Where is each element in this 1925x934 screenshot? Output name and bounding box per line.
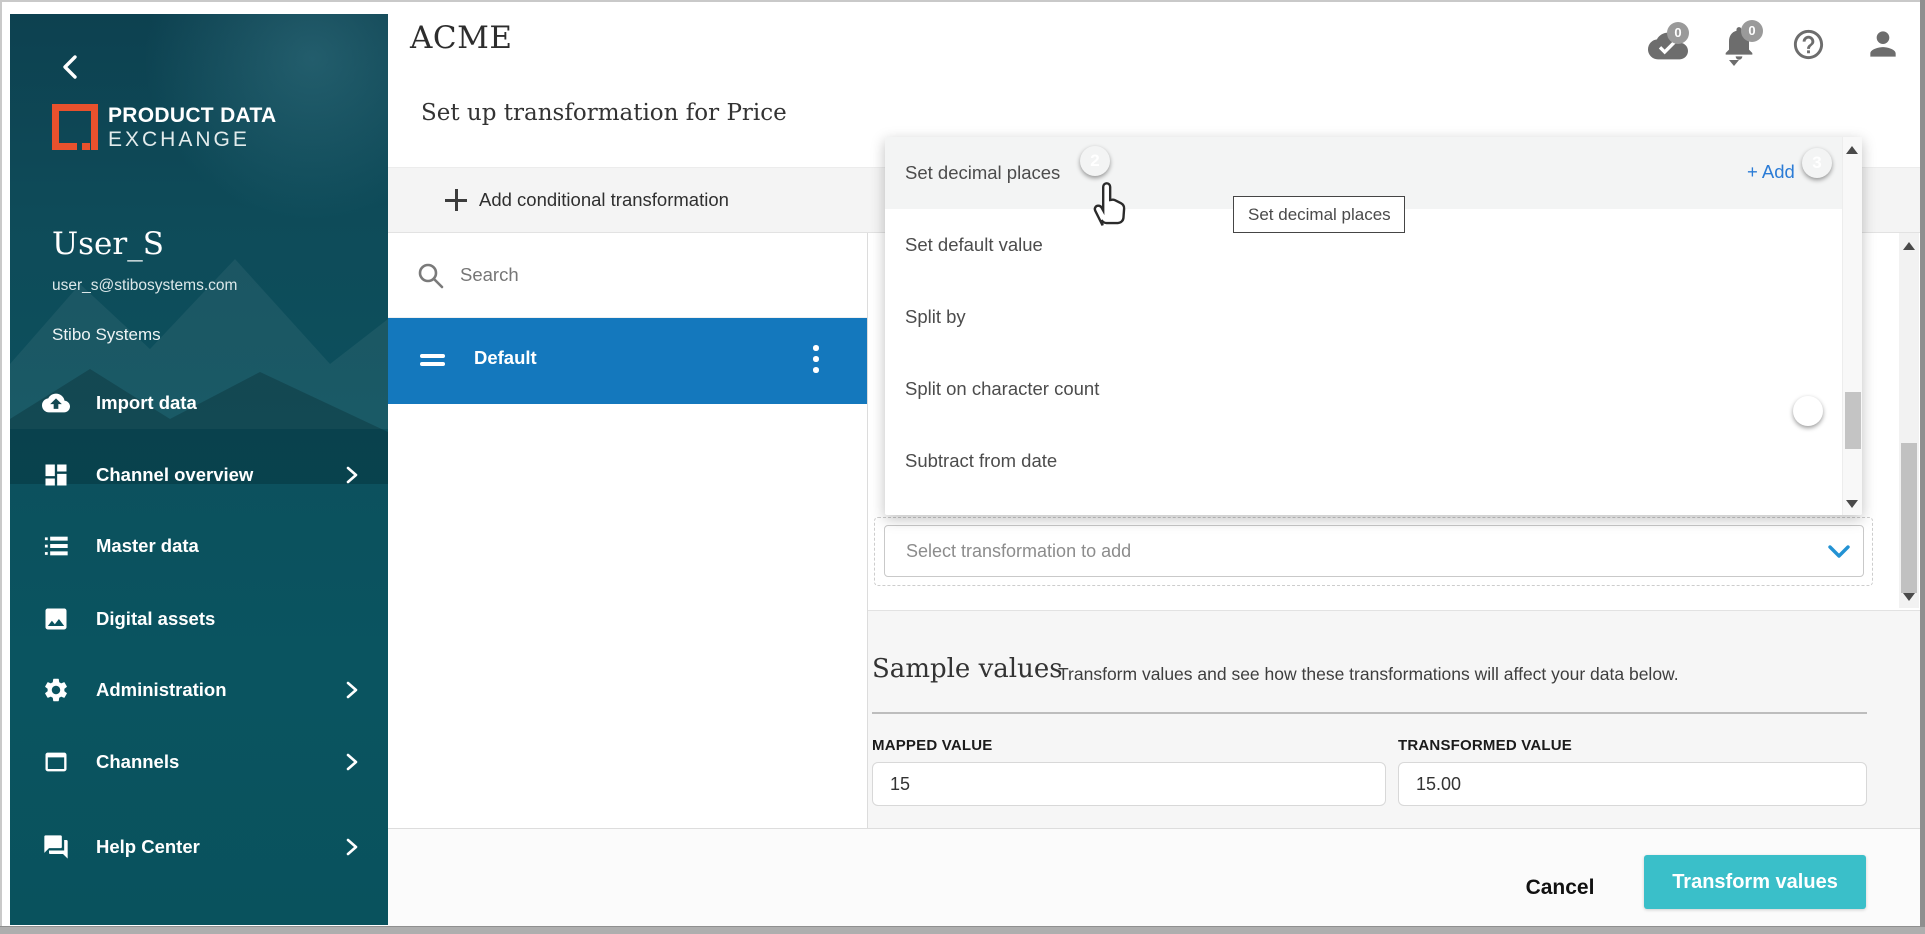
option-tooltip: Set decimal places [1233, 196, 1405, 233]
sidebar-item-label: Administration [96, 679, 227, 701]
mapped-value-input[interactable] [872, 762, 1386, 806]
transformation-options-popup: Set decimal places Set default value Split… [885, 137, 1862, 515]
user-organization: Stibo Systems [52, 325, 161, 345]
chevron-right-icon [346, 753, 358, 771]
sidebar-item-channels[interactable]: Channels [10, 726, 388, 798]
popup-option-label: Subtract from date [905, 450, 1057, 472]
card-icon [42, 748, 70, 776]
popup-option-subtract-from-date[interactable]: Subtract from date [885, 425, 1842, 497]
cancel-button[interactable]: Cancel [1505, 862, 1615, 914]
sidebar-item-import-data[interactable]: Import data [10, 367, 388, 439]
sidebar-item-administration[interactable]: Administration [10, 654, 388, 726]
popup-option-label: Set default value [905, 234, 1043, 256]
user-name: User_S [52, 226, 164, 262]
popup-option-label: Split by [905, 306, 966, 328]
list-item-label: Default [474, 347, 537, 369]
page-title: Set up transformation for Price [421, 100, 787, 126]
window-border [0, 926, 1925, 934]
user-email: user_s@stibosystems.com [52, 277, 237, 295]
collapse-sidebar-icon[interactable] [60, 54, 82, 80]
plus-icon [444, 188, 468, 212]
transformed-value-label: TRANSFORMED VALUE [1398, 737, 1572, 754]
person-icon[interactable] [1864, 25, 1902, 63]
popup-scrollbar-thumb[interactable] [1845, 392, 1861, 449]
scroll-down-arrow-icon[interactable] [1903, 593, 1915, 601]
notifications-badge: 0 [1741, 20, 1763, 42]
transformation-list-panel: Default [388, 233, 868, 828]
window-border [0, 0, 2, 934]
add-conditional-transformation-button[interactable]: Add conditional transformation [479, 189, 729, 211]
popup-scrollbar[interactable] [1842, 137, 1862, 515]
callout-badge-3: 3 [1802, 148, 1832, 178]
search-row [388, 233, 867, 318]
chevron-right-icon [346, 838, 358, 856]
grid-icon [42, 461, 70, 489]
sample-values-title: Sample values [872, 654, 1063, 684]
transform-values-button[interactable]: Transform values [1644, 855, 1866, 909]
scroll-up-arrow-icon[interactable] [1846, 146, 1858, 154]
chevron-right-icon [346, 466, 358, 484]
select-transformation-dropdown[interactable]: Select transformation to add [884, 525, 1864, 577]
sidebar-item-label: Master data [96, 535, 199, 557]
sidebar-item-master-data[interactable]: Master data [10, 510, 388, 582]
sidebar-item-label: Digital assets [96, 608, 215, 630]
image-icon [42, 605, 70, 633]
list-item-default[interactable]: Default [388, 318, 867, 404]
popup-option-label: Split on character count [905, 378, 1099, 400]
hand-cursor-icon [1088, 180, 1126, 228]
scroll-up-arrow-icon[interactable] [1903, 242, 1915, 250]
drag-handle-icon[interactable] [420, 354, 445, 358]
logo-text-line2: EXCHANGE [108, 128, 250, 152]
chevron-down-icon[interactable] [1828, 545, 1850, 559]
mapped-value-label: MAPPED VALUE [872, 737, 992, 754]
sidebar-item-label: Channel overview [96, 464, 253, 486]
popup-option-split-by[interactable]: Split by [885, 281, 1842, 353]
chevron-right-icon [346, 681, 358, 699]
notifications-caret-icon [1729, 60, 1739, 66]
window-border [1920, 0, 1925, 934]
sidebar-item-label: Import data [96, 392, 197, 414]
popup-option-split-on-character-count[interactable]: Split on character count [885, 353, 1842, 425]
search-input[interactable] [460, 255, 830, 295]
transformed-value-input[interactable] [1398, 762, 1867, 806]
sidebar-item-digital-assets[interactable]: Digital assets [10, 583, 388, 655]
panel-scrollbar[interactable] [1899, 233, 1919, 608]
app-window: PRODUCT DATA EXCHANGE User_S user_s@stib… [0, 0, 1925, 934]
sidebar-item-label: Channels [96, 751, 179, 773]
callout-badge-2: 2 [1080, 146, 1110, 176]
sidebar: PRODUCT DATA EXCHANGE User_S user_s@stib… [10, 14, 388, 925]
logo-text-line1: PRODUCT DATA [108, 104, 276, 128]
panel-scrollbar-thumb[interactable] [1901, 443, 1917, 593]
divider [872, 712, 1867, 714]
add-transformation-link[interactable]: + Add [1747, 161, 1795, 183]
help-circle-icon[interactable] [1791, 27, 1826, 62]
search-icon [417, 262, 444, 289]
window-border [0, 0, 1925, 2]
pdx-logo-icon [52, 104, 98, 150]
kebab-menu-icon[interactable] [813, 345, 819, 377]
popup-option-label: Set decimal places [905, 162, 1060, 184]
popup-option-list: Set decimal places Set default value Split… [885, 137, 1862, 497]
scroll-down-arrow-icon[interactable] [1846, 500, 1858, 508]
callout-badge-1: 1 [1793, 396, 1823, 426]
company-name: ACME [410, 20, 512, 56]
chat-icon [42, 833, 70, 861]
tasks-badge: 0 [1667, 22, 1689, 44]
sidebar-item-help-center[interactable]: Help Center [10, 811, 388, 883]
drag-handle-icon [420, 362, 445, 366]
sidebar-item-label: Help Center [96, 836, 200, 858]
gear-icon [42, 676, 70, 704]
cloud-upload-icon [42, 389, 70, 417]
sample-values-description: Transform values and see how these trans… [1058, 664, 1679, 685]
list-icon [42, 532, 70, 560]
sidebar-item-channel-overview[interactable]: Channel overview [10, 439, 388, 511]
